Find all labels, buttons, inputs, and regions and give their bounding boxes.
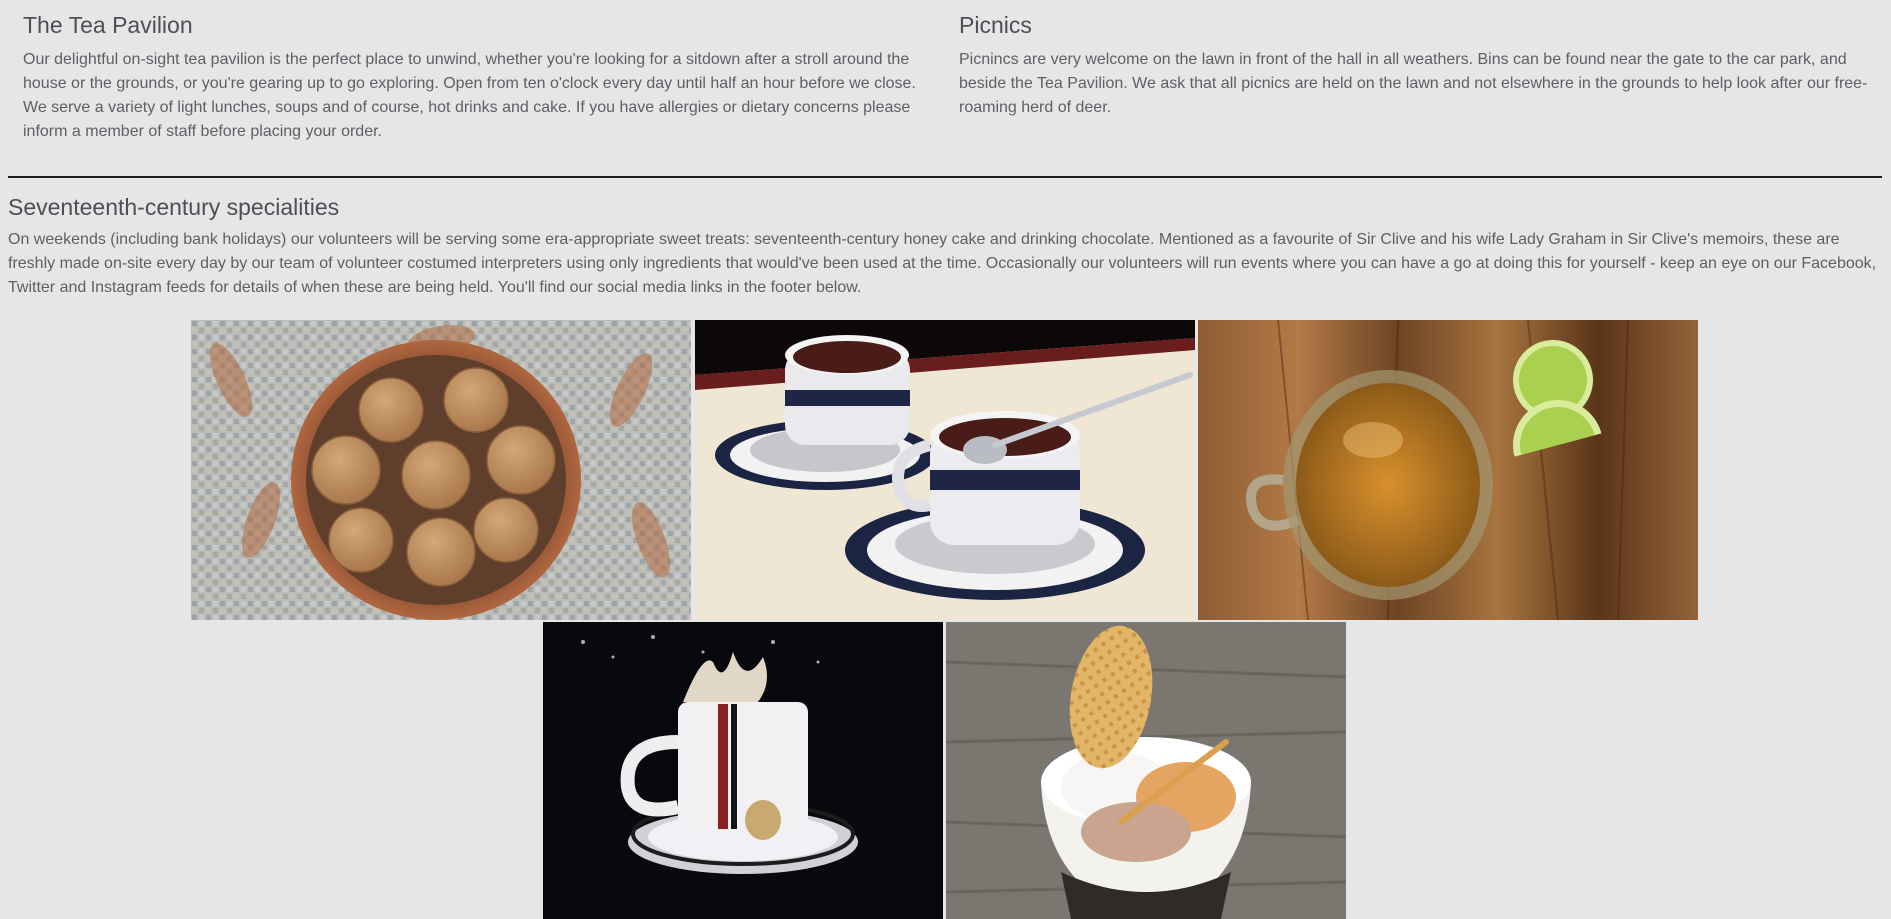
honey-cakes-image — [191, 320, 691, 620]
picnics-title: Picnics — [959, 12, 1032, 38]
picnics-section: Picnics Picnincs are very welcome on the… — [959, 10, 1869, 120]
tea-with-lime-photo[interactable] — [1198, 320, 1698, 620]
info-columns: The Tea Pavilion Our delightful on-sight… — [0, 0, 1891, 160]
tea-with-lime-image — [1198, 320, 1698, 620]
page: The Tea Pavilion Our delightful on-sight… — [0, 0, 1891, 919]
specialities-title: Seventeenth-century specialities — [8, 194, 340, 220]
section-divider — [8, 176, 1882, 178]
drinking-chocolate-photo[interactable] — [695, 320, 1195, 620]
specialities-body: On weekends (including bank holidays) ou… — [8, 231, 1877, 296]
drinking-chocolate-image — [695, 320, 1195, 620]
honey-cakes-photo[interactable] — [191, 320, 691, 620]
specialities-section: Seventeenth-century specialities On week… — [8, 192, 1884, 300]
splashing-cup-photo[interactable] — [543, 622, 943, 919]
tea-pavilion-title: The Tea Pavilion — [23, 12, 193, 38]
ice-cream-photo[interactable] — [946, 622, 1346, 919]
picnics-body: Picnincs are very welcome on the lawn in… — [959, 51, 1868, 116]
splashing-cup-image — [543, 622, 943, 919]
tea-pavilion-section: The Tea Pavilion Our delightful on-sight… — [23, 10, 923, 144]
ice-cream-image — [946, 622, 1346, 919]
tea-pavilion-body: Our delightful on-sight tea pavilion is … — [23, 51, 916, 140]
